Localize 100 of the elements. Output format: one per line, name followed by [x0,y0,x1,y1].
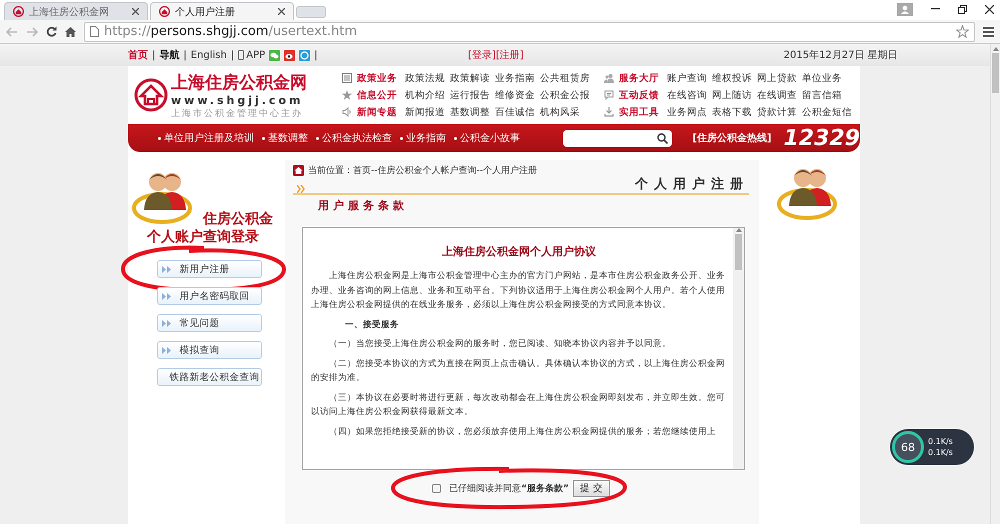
menu-link[interactable]: 在线咨询 [667,88,707,102]
sidebar-button[interactable]: 铁路新老公积金查询 [156,368,262,386]
menu-link[interactable]: 公积金短信 [802,106,852,118]
scroll-thumb[interactable] [992,53,999,93]
agreement-paragraph: （四）如果您拒绝接受新的协议，您必须放弃使用上海住房公积金网提供的服务；若您继续使用上 [328,426,717,438]
back-icon[interactable] [6,26,18,36]
agreement-title: 上海住房公积金网个人用户协议 [442,244,596,259]
sidebar-button[interactable]: 用户名密码取回 [156,287,262,305]
speed-value: 68 [892,431,924,463]
browser-tab[interactable]: 个人用户注册 [150,2,294,20]
scroll-up-icon[interactable] [992,47,998,51]
menu-link[interactable]: 百佳诚信 [495,106,535,118]
menu-link[interactable]: 政策解读 [450,72,490,84]
home-icon [293,165,304,176]
home-icon[interactable] [65,26,76,36]
menu-category[interactable]: 政策业务 [357,72,397,84]
sidebar-title: 个人账户查询登录 [147,228,259,246]
menu-category[interactable]: 实用工具 [619,106,659,118]
download-speed: 0.1K/s [928,448,953,457]
menu-link[interactable]: 网上贷款 [757,72,797,84]
menu-link[interactable]: 业务网点 [667,106,707,118]
menu-link[interactable]: 留言信箱 [802,88,842,102]
hotline-number: 12329 [783,126,860,150]
nav-link[interactable]: 单位用户注册及培训 [158,131,254,145]
menu-link[interactable]: 业务指南 [495,72,535,84]
restore-icon[interactable] [958,4,967,14]
logo-subtitle: 上海市公积金管理中心主办 [171,108,304,120]
double-chevron-icon [297,185,306,193]
search-field[interactable] [563,130,672,146]
sidebar-button[interactable]: 常见问题 [156,314,262,332]
menu-link[interactable]: 维修资金 [495,88,535,102]
menu-link[interactable]: 机构风采 [540,106,580,118]
menu-category[interactable]: 新闻专题 [357,106,397,118]
login-link[interactable]: [登录] [468,48,496,62]
close-icon[interactable] [278,8,285,15]
scroll-up-icon[interactable] [736,228,742,232]
sidebar-title: 住房公积金 [203,210,273,228]
search-icon[interactable] [657,132,668,144]
top-link[interactable]: APP [238,50,266,60]
menu-category[interactable]: 服务大厅 [619,72,659,84]
sidebar-button[interactable]: 模拟查询 [156,341,262,359]
separator: | [183,50,187,60]
eye-logo-icon[interactable] [284,50,296,60]
address-bar[interactable]: https://persons.shgjj.com/usertext.htm [84,22,975,42]
menu-link[interactable]: 维权投诉 [712,72,752,84]
scroll-thumb[interactable] [735,234,742,270]
separator: | [230,50,234,60]
forward-icon[interactable] [26,26,38,36]
upload-speed: 0.1K/s [928,437,953,446]
menu-category[interactable]: 互动反馈 [619,88,659,102]
date-text: 2015年12月27日 星期日 [784,48,898,62]
nav-link[interactable]: 基数调整 [262,131,308,145]
logo-url: www.shgjj.com [171,94,304,106]
menu-link[interactable]: 公积金公报 [540,88,590,102]
menu-link[interactable]: 基数调整 [450,106,490,118]
star-icon [342,90,352,100]
top-link[interactable]: 导航 [159,48,180,62]
chat-icon [604,90,614,100]
sidebar-button[interactable]: 新用户注册 [156,260,262,278]
menu-link[interactable]: 政策法规 [405,72,445,84]
nav-link[interactable]: 业务指南 [400,131,446,145]
page-scrollbar[interactable] [990,44,1000,524]
close-icon[interactable] [132,8,139,15]
menu-link[interactable]: 表格下载 [712,106,752,118]
reload-icon[interactable] [46,26,57,37]
list-icon [342,73,352,83]
menu-link[interactable]: 贷款计算 [757,106,797,118]
menu-link[interactable]: 公共租赁房 [540,72,590,84]
register-link[interactable]: [注册] [496,48,524,62]
scrollbar[interactable] [733,228,744,469]
nav-link[interactable]: 公积金小故事 [454,131,520,145]
user-icon[interactable] [897,2,913,16]
menu-category[interactable]: 信息公开 [357,88,397,102]
logo-title: 上海住房公积金网 [171,72,307,94]
page-icon [90,26,99,37]
menu-link[interactable]: 新闻报道 [405,106,445,118]
agree-checkbox[interactable] [432,484,442,493]
close-icon[interactable] [985,4,994,14]
chat-bubbles-icon[interactable] [269,50,280,60]
agreement-paragraph: 上海住房公积金网是上海市公积金管理中心主办的官方门户网站，是本市住房公积金政务公开、业务办理、业务咨询的网上信息、业务和互动平台。下列协议适用于上海住房公积金网个人用户。若个人使用上海住房公积金网提供的在线业务服务，必须以上海住房公积金网接受的方式同意本协议。 [311,270,726,312]
agreement-paragraph: （三）本协议在必要时将进行更新，每次改动都会在上海住房公积金网即刻发布，并立即生效。您可以访问上海住房公积金网获得最新文本。 [311,392,726,419]
submit-button[interactable]: 提 交 [572,480,610,497]
download-icon [604,107,614,117]
top-link[interactable]: 首页 [128,48,148,62]
agreement-paragraph: （二）您接受本协议的方式为直接在网页上点击确认。具体确认本协议的方式，以上海住房公积金网的安排为准。 [311,358,726,385]
menu-link[interactable]: 运行报告 [450,88,490,102]
browser-tab[interactable]: 上海住房公积金网 [4,2,148,20]
minimize-icon[interactable] [931,8,940,10]
star-icon[interactable] [956,25,969,38]
menu-link[interactable]: 机构介绍 [405,88,445,102]
menu-link[interactable]: 单位业务 [802,72,842,84]
menu-link[interactable]: 在线调查 [757,88,797,102]
menu-link[interactable]: 网上随访 [712,88,752,102]
menu-link[interactable]: 账户查询 [667,72,707,84]
page-title: 个人用户注册 [635,176,749,193]
top-link[interactable]: English [190,50,227,60]
separator: | [314,50,318,60]
menu-icon[interactable] [983,26,994,36]
section-title: 用户服务条款 [318,198,409,213]
nav-link[interactable]: 公积金执法检查 [316,131,392,145]
